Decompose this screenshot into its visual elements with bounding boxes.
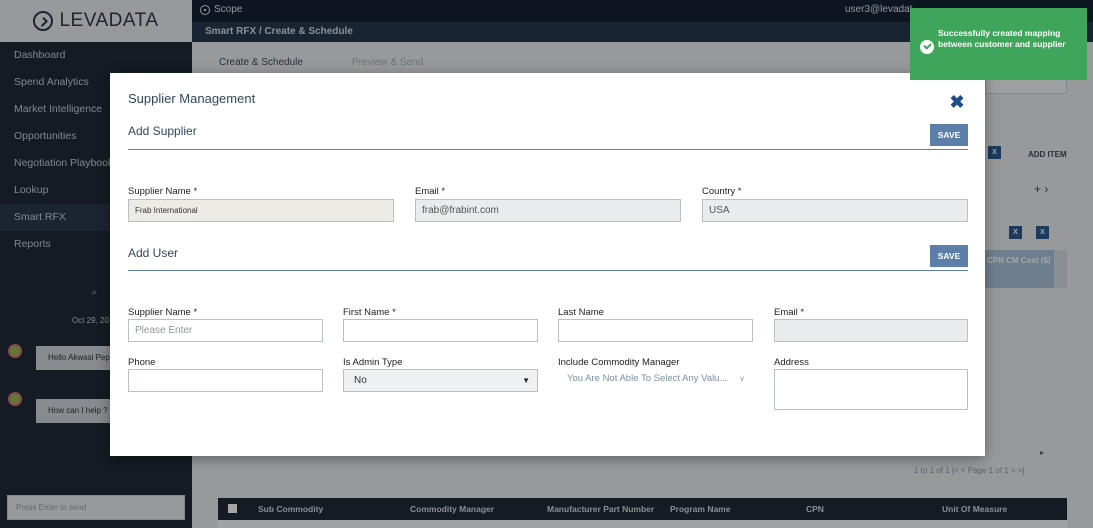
phone-input[interactable]: [128, 369, 323, 392]
caret-down-icon: ▼: [522, 376, 530, 385]
phone-label: Phone: [128, 357, 156, 368]
save-user-button[interactable]: SAVE: [930, 245, 968, 267]
address-label: Address: [774, 357, 809, 368]
save-supplier-button[interactable]: SAVE: [930, 124, 968, 146]
chevron-down-icon: ∨: [739, 374, 745, 383]
supplier-management-modal: Supplier Management ✖ Add Supplier SAVE …: [110, 73, 985, 456]
user-email-input[interactable]: [774, 319, 968, 342]
is-admin-select[interactable]: No ▼: [343, 369, 538, 392]
is-admin-label: Is Admin Type: [343, 357, 403, 368]
last-name-input[interactable]: [558, 319, 753, 342]
first-name-label: First Name *: [343, 307, 396, 318]
is-admin-value: No: [354, 375, 367, 386]
toast-message: Successfully created mapping between cus…: [938, 28, 1066, 49]
divider: [128, 270, 968, 271]
first-name-input[interactable]: [343, 319, 538, 342]
email-label: Email *: [415, 186, 446, 197]
user-supplier-name-input[interactable]: Please Enter: [128, 319, 323, 342]
modal-title: Supplier Management: [128, 91, 256, 106]
add-supplier-title: Add Supplier: [128, 124, 197, 138]
user-email-label: Email *: [774, 307, 805, 318]
last-name-label: Last Name: [558, 307, 604, 318]
check-circle-icon: [920, 40, 934, 54]
commodity-manager-label: Include Commodity Manager: [558, 357, 680, 368]
address-textarea[interactable]: [774, 369, 968, 410]
commodity-manager-value: You Are Not Able To Select Any Valu...: [567, 373, 728, 384]
divider: [128, 149, 968, 150]
close-icon[interactable]: ✖: [948, 93, 966, 111]
supplier-name-field[interactable]: Frab International: [128, 199, 394, 222]
country-field[interactable]: USA: [702, 199, 968, 222]
supplier-name-label: Supplier Name *: [128, 186, 198, 197]
commodity-manager-select[interactable]: You Are Not Able To Select Any Valu... ∨: [558, 368, 753, 391]
country-label: Country *: [702, 186, 742, 197]
user-supplier-name-label: Supplier Name *: [128, 307, 198, 318]
success-toast[interactable]: Successfully created mapping between cus…: [910, 8, 1087, 80]
email-field[interactable]: frab@frabint.com: [415, 199, 681, 222]
add-user-title: Add User: [128, 246, 179, 260]
